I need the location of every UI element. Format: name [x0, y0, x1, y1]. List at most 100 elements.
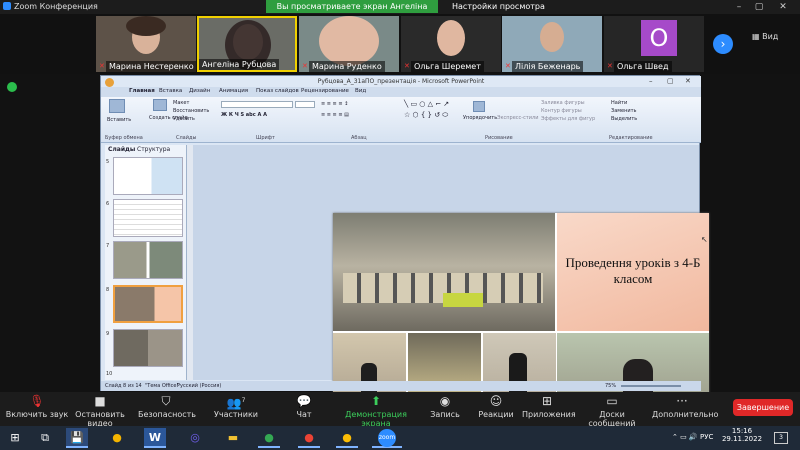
security-button[interactable]: ⛉ Безопасность: [138, 392, 196, 426]
tab-animation[interactable]: Анимация: [219, 88, 248, 94]
tab-insert[interactable]: Вставка: [159, 88, 182, 94]
viber-icon[interactable]: ◎: [184, 428, 206, 448]
mic-muted-icon: ✕: [302, 62, 308, 70]
notifications-icon[interactable]: 3: [774, 432, 788, 444]
shield-icon: [7, 82, 17, 92]
slide-thumbnail[interactable]: [113, 329, 183, 367]
office-button-icon[interactable]: [105, 78, 114, 87]
stop-video-button[interactable]: ■ Остановить видео: [66, 392, 134, 428]
camera-icon: ■: [94, 394, 106, 408]
record-button[interactable]: ◉ Запись: [426, 392, 464, 426]
file-explorer-icon[interactable]: ▬: [222, 428, 244, 448]
zoom-app-icon[interactable]: zoom: [372, 428, 402, 448]
next-page-icon[interactable]: ›: [713, 34, 733, 54]
participants-button[interactable]: 👥7 Участники: [212, 392, 260, 426]
slide-thumbnail[interactable]: [113, 199, 183, 237]
shapes-gallery-icon-2[interactable]: ☆ ⬡ { } ↺ ⬭: [404, 111, 448, 120]
apps-button[interactable]: ⊞ Приложения: [522, 392, 576, 426]
status-language: Русский (Россия): [177, 383, 222, 389]
font-size-select[interactable]: [295, 101, 315, 108]
task-view-icon[interactable]: ⧉: [34, 428, 56, 448]
minimize-icon[interactable]: –: [732, 1, 746, 13]
slide-thumbnail[interactable]: [113, 157, 183, 195]
participant-tile[interactable]: ✕ Марина Нестеренко: [96, 16, 196, 72]
more-button[interactable]: ··· Дополнительно: [652, 392, 718, 426]
close-icon[interactable]: ✕: [776, 1, 790, 13]
shape-fill-button[interactable]: Заливка фигуры: [541, 100, 585, 106]
shapes-gallery-icon[interactable]: ╲ ▭ ○ △ ⌐ ↗: [404, 100, 449, 108]
participant-video: [319, 16, 379, 66]
windows-start-icon[interactable]: ⊞: [4, 428, 26, 448]
maximize-icon[interactable]: ▢: [752, 1, 766, 13]
pp-maximize-icon[interactable]: ▢: [667, 77, 674, 85]
chat-button[interactable]: 💬 Чат: [286, 392, 322, 426]
language-indicator[interactable]: РУС: [700, 433, 713, 441]
status-zoom: 75%: [605, 383, 617, 389]
word-icon[interactable]: W: [144, 428, 166, 448]
chrome-icon-2[interactable]: ●: [258, 428, 280, 448]
delete-button[interactable]: Удалить: [173, 116, 195, 122]
shield-icon: ⛉: [161, 394, 171, 408]
chrome-icon-3[interactable]: ●: [298, 428, 320, 448]
font-name-select[interactable]: [221, 101, 293, 108]
thumb-number: 7: [106, 243, 110, 249]
find-button[interactable]: Найти: [611, 100, 627, 106]
system-clock[interactable]: 15:16 29.11.2022: [718, 427, 766, 443]
font-format-icons[interactable]: Ж К Ч S abc A A: [221, 112, 267, 118]
shape-outline-button[interactable]: Контур фигуры: [541, 108, 582, 114]
chrome-icon[interactable]: ●: [106, 428, 128, 448]
view-button[interactable]: ▦ Вид: [752, 32, 778, 41]
slide-title-box[interactable]: Проведення уроків з 4-Б класом ↖: [557, 213, 709, 331]
select-button[interactable]: Выделить: [611, 116, 637, 122]
save-app-icon[interactable]: 💾: [66, 428, 88, 448]
tab-review[interactable]: Рецензирование: [301, 88, 349, 94]
pp-close-icon[interactable]: ✕: [685, 77, 691, 85]
tab-view[interactable]: Вид: [355, 88, 366, 94]
share-screen-icon: ⬆: [370, 394, 382, 408]
reset-button[interactable]: Восстановить: [173, 108, 209, 114]
reactions-button[interactable]: ☺ Реакции: [476, 392, 516, 426]
mic-muted-icon: ✕: [607, 62, 613, 70]
video-gallery: ✕ Марина Нестеренко Ангеліна Рубцова ✕ М…: [0, 14, 800, 74]
paste-button[interactable]: Вставить: [107, 117, 131, 123]
arrange-button[interactable]: Упорядочить: [463, 115, 497, 121]
quick-styles-button[interactable]: Экспресс-стили: [497, 115, 538, 121]
zoom-slider[interactable]: [621, 385, 681, 387]
tab-home[interactable]: Главная: [129, 88, 155, 94]
more-icon: ···: [676, 394, 688, 408]
align-icons[interactable]: ≡ ≡ ≡ ≡ ▤: [321, 112, 349, 118]
slide-thumbnail[interactable]: [113, 241, 183, 279]
tab-slides[interactable]: Слайды: [108, 146, 135, 153]
slide-thumbnail-selected[interactable]: [113, 285, 183, 323]
paste-icon[interactable]: [109, 99, 125, 113]
participant-tile[interactable]: ✕ Ольга Шеремет: [401, 16, 501, 72]
participant-tile-active[interactable]: Ангеліна Рубцова: [197, 16, 297, 72]
tab-outline[interactable]: Структура: [137, 146, 170, 153]
clock-time: 15:16: [731, 427, 753, 435]
paragraph-icons[interactable]: ≡ ≡ ≡ ≡ ↕: [321, 101, 348, 107]
end-meeting-button[interactable]: Завершение: [733, 399, 793, 416]
participant-tile[interactable]: ✕ Марина Руденко: [299, 16, 399, 72]
zoom-window: Zoom Конференция Вы просматриваете экран…: [0, 0, 800, 450]
share-screen-button[interactable]: ⬆ Демонстрация экрана: [334, 392, 418, 428]
chrome-icon-4[interactable]: ●: [336, 428, 358, 448]
unmute-button[interactable]: 🎙 Включить звук: [4, 392, 70, 426]
new-slide-icon[interactable]: [153, 99, 167, 111]
tab-slideshow[interactable]: Показ слайдов: [256, 88, 299, 94]
tab-design[interactable]: Дизайн: [189, 88, 210, 94]
participant-name: Ольга Шеремет: [411, 61, 484, 72]
group-editing: Редактирование: [609, 135, 653, 141]
participant-name: Марина Руденко: [309, 61, 385, 72]
layout-button[interactable]: Макет: [173, 100, 189, 106]
whiteboards-button[interactable]: ▭ Доски сообщений: [578, 392, 646, 428]
participant-tile[interactable]: О ✕ Ольга Швед: [604, 16, 704, 72]
tray-icons[interactable]: ⌃ ▭ 🔊: [672, 433, 698, 441]
shape-effects-button[interactable]: Эффекты для фигур: [541, 116, 595, 122]
view-settings-button[interactable]: Настройки просмотра ⌄: [452, 0, 554, 24]
participant-tile[interactable]: ✕ Лілія Беженарь: [502, 16, 602, 72]
replace-button[interactable]: Заменить: [611, 108, 637, 114]
arrange-icon[interactable]: [473, 101, 485, 112]
status-theme: "Тема Office": [145, 383, 179, 389]
group-clipboard: Буфер обмена: [105, 135, 143, 141]
pp-minimize-icon[interactable]: –: [649, 77, 653, 85]
